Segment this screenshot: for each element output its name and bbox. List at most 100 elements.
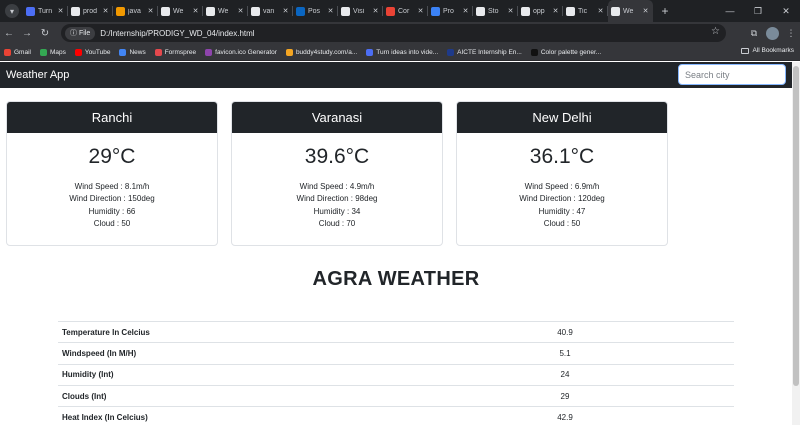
all-bookmarks-button[interactable]: All Bookmarks	[741, 47, 794, 54]
bookmark-favicon-icon	[447, 48, 455, 56]
bookmark-item[interactable]: buddy4study.com/a...	[285, 48, 357, 56]
tab-favicon-icon	[116, 6, 125, 16]
bookmark-label: AICTE Internship En...	[457, 48, 522, 56]
bookmark-item[interactable]: Maps	[39, 48, 66, 56]
tab-title: Sto	[488, 7, 499, 15]
bookmark-label: News	[129, 48, 146, 56]
city-detail-title: AGRA WEATHER	[312, 268, 480, 290]
tab-close-icon[interactable]: ✕	[416, 7, 425, 15]
browser-tab[interactable]: prod ✕	[68, 0, 113, 22]
bookmark-item[interactable]: AICTE Internship En...	[447, 48, 522, 56]
forward-icon[interactable]: →	[18, 24, 36, 42]
site-info-chip[interactable]: ⓘ File	[65, 26, 96, 40]
minimize-icon[interactable]: —	[716, 0, 744, 22]
profile-avatar[interactable]	[766, 26, 779, 40]
browser-tab[interactable]: java ✕	[113, 0, 158, 22]
bookmark-item[interactable]: YouTube	[74, 48, 110, 56]
reload-icon[interactable]: ↻	[36, 24, 54, 42]
wind-direction: Wind Direction : 98deg	[296, 194, 378, 204]
bookmark-item[interactable]: Color palette gener...	[530, 48, 602, 56]
browser-tab[interactable]: Pos ✕	[293, 0, 338, 22]
bookmark-favicon-icon	[4, 48, 11, 56]
city-name: Ranchi	[7, 102, 217, 133]
table-row: Clouds (Int) 29	[58, 384, 734, 407]
bookmark-label: Color palette gener...	[540, 48, 602, 56]
table-row: Temperature In Celcius 40.9	[58, 320, 734, 343]
app-brand[interactable]: Weather App	[6, 69, 69, 81]
tab-favicon-icon	[611, 6, 620, 16]
tab-close-icon[interactable]: ✕	[56, 7, 65, 15]
browser-tab[interactable]: opp ✕	[518, 0, 563, 22]
tab-close-icon[interactable]: ✕	[326, 7, 335, 15]
browser-tab[interactable]: van ✕	[248, 0, 293, 22]
wind-direction: Wind Direction : 150deg	[69, 194, 155, 204]
browser-tab[interactable]: Visi ✕	[338, 0, 383, 22]
city-card-body: 39.6°C Wind Speed : 4.9m/h Wind Directio…	[232, 145, 442, 230]
bookmark-star-icon[interactable]: ☆	[711, 26, 720, 37]
browser-tab[interactable]: Cor ✕	[383, 0, 428, 22]
bookmark-item[interactable]: News	[119, 48, 146, 56]
tab-title: Visi	[353, 7, 365, 15]
tab-close-icon[interactable]: ✕	[461, 7, 470, 15]
browser-tab[interactable]: Pro ✕	[428, 0, 473, 22]
browser-tab[interactable]: Turn ✕	[23, 0, 68, 22]
bookmark-item[interactable]: Turn ideas into vide...	[366, 48, 438, 56]
browser-tab-active[interactable]: We ✕	[608, 0, 653, 22]
city-card: Ranchi 29°C Wind Speed : 8.1m/h Wind Dir…	[6, 101, 218, 246]
tab-close-icon[interactable]: ✕	[506, 7, 515, 15]
bookmark-favicon-icon	[74, 48, 82, 56]
page-viewport: Weather App Ranchi 29°C Wind Speed : 8.1…	[0, 62, 792, 425]
tab-close-icon[interactable]: ✕	[371, 7, 380, 15]
tab-close-icon[interactable]: ✕	[191, 7, 200, 15]
row-value: 24	[396, 363, 734, 386]
tab-close-icon[interactable]: ✕	[551, 7, 560, 15]
back-icon[interactable]: ←	[0, 24, 18, 42]
address-bar[interactable]: ⓘ File D:/Internship/PRODIGY_WD_04/index…	[61, 24, 726, 42]
cloud: Cloud : 70	[318, 218, 356, 228]
wind-speed: Wind Speed : 8.1m/h	[74, 182, 150, 191]
wind-speed: Wind Speed : 6.9m/h	[524, 182, 600, 191]
tab-title: We	[218, 7, 229, 15]
tab-title: Pos	[308, 7, 321, 15]
tab-favicon-icon	[431, 6, 440, 16]
tab-title: java	[128, 7, 141, 15]
bookmark-item[interactable]: Formspree	[154, 48, 196, 56]
menu-kebab-icon[interactable]: ⋮	[782, 24, 800, 42]
tab-search-dropdown-icon[interactable]: ▾	[5, 4, 19, 18]
browser-tab[interactable]: Tic ✕	[563, 0, 608, 22]
bookmark-label: Maps	[49, 48, 66, 56]
restore-icon[interactable]: ❐	[744, 0, 772, 22]
tab-close-icon[interactable]: ✕	[596, 7, 605, 15]
browser-tab[interactable]: We ✕	[203, 0, 248, 22]
tab-title: We	[623, 7, 634, 15]
browser-tab[interactable]: Sto ✕	[473, 0, 518, 22]
scrollbar-thumb[interactable]	[793, 66, 799, 386]
browser-tab[interactable]: We ✕	[158, 0, 203, 22]
tab-title: Pro	[443, 7, 454, 15]
tab-favicon-icon	[161, 6, 170, 16]
bookmark-item[interactable]: Gmail	[4, 48, 31, 56]
bookmark-item[interactable]: favicon.ico Generator	[205, 48, 277, 56]
tab-close-icon[interactable]: ✕	[101, 7, 110, 15]
extensions-icon[interactable]: ⧉	[745, 24, 763, 42]
city-details: Wind Speed : 6.9m/h Wind Direction : 120…	[457, 181, 667, 230]
tab-favicon-icon	[71, 6, 80, 16]
table-row: Heat Index (In Celcius) 42.9	[58, 406, 734, 425]
tab-title: Tic	[578, 7, 588, 15]
tab-favicon-icon	[296, 6, 305, 16]
page-scrollbar[interactable]	[792, 62, 800, 425]
tab-close-icon[interactable]: ✕	[236, 7, 245, 15]
tab-close-icon[interactable]: ✕	[281, 7, 290, 15]
tab-close-icon[interactable]: ✕	[641, 7, 650, 15]
info-icon: ⓘ	[70, 30, 77, 37]
humidity: Humidity : 47	[538, 206, 586, 216]
new-tab-icon[interactable]: +	[657, 3, 673, 19]
city-search-input[interactable]	[678, 64, 786, 85]
close-window-icon[interactable]: ✕	[772, 0, 800, 22]
bookmark-favicon-icon	[205, 48, 213, 56]
row-label: Windspeed (In M/H)	[58, 342, 396, 365]
tab-close-icon[interactable]: ✕	[146, 7, 155, 15]
wind-speed: Wind Speed : 4.9m/h	[299, 182, 375, 191]
table-row: Humidity (Int) 24	[58, 363, 734, 386]
bookmark-favicon-icon	[366, 48, 374, 56]
